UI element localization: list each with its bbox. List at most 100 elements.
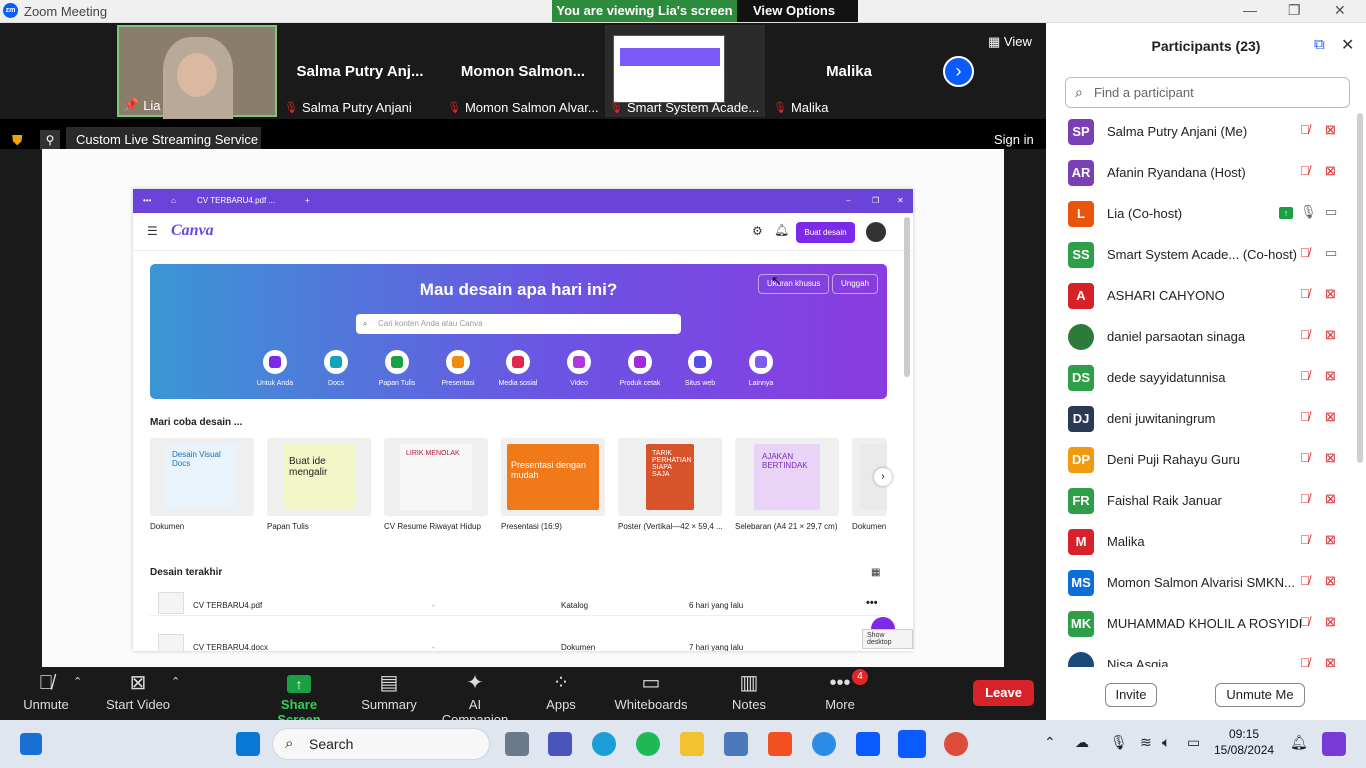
minimize-icon[interactable]: – [846, 196, 850, 205]
custom-size-button[interactable]: Ukuran khusus [758, 274, 830, 294]
video-off-icon[interactable]: ⊠ [1325, 163, 1336, 179]
category-situs-web[interactable]: Situs web [670, 350, 730, 387]
file-explorer-icon[interactable] [680, 732, 704, 756]
participant-row[interactable]: Nisa Asqia 🎙̸ ⊠ [1046, 644, 1354, 667]
participant-row[interactable]: M Malika 🎙̸ ⊠ [1046, 521, 1354, 562]
bell-icon[interactable]: 🔔︎ [774, 223, 789, 237]
mic-muted-icon[interactable]: 🎙̸ [1300, 368, 1310, 383]
teams-icon[interactable] [548, 732, 572, 756]
popout-icon[interactable]: ⧉ [1314, 36, 1325, 53]
category-papan-tulis[interactable]: Papan Tulis [367, 350, 427, 387]
participant-row[interactable]: DS dede sayyidatunnisa 🎙̸ ⊠ [1046, 357, 1354, 398]
gear-icon[interactable]: ⚙ [752, 224, 763, 238]
video-off-icon[interactable]: ⊠ [1325, 491, 1336, 507]
store-icon[interactable] [768, 732, 792, 756]
video-icon[interactable]: ▭ [1325, 204, 1337, 220]
video-off-icon[interactable]: ⊠ [1325, 532, 1336, 548]
video-tile-lia[interactable]: 📌 Lia [117, 25, 277, 119]
mic-muted-icon[interactable]: 🎙̸ [1300, 573, 1310, 588]
mic-icon[interactable]: 🎙 [1110, 734, 1128, 751]
copilot-icon[interactable] [1322, 732, 1346, 756]
unmute-me-button[interactable]: Unmute Me [1215, 683, 1305, 707]
video-off-icon[interactable]: ⊠ [1325, 409, 1336, 425]
wifi-icon[interactable]: ≋ [1140, 734, 1152, 751]
calculator-icon[interactable] [724, 732, 748, 756]
avatar[interactable] [866, 222, 886, 242]
video-off-icon[interactable]: ⊠ [1325, 368, 1336, 384]
mic-muted-icon[interactable]: 🎙̸ [1300, 163, 1310, 178]
mic-muted-icon[interactable]: 🎙̸ [1300, 450, 1310, 465]
category-produk-cetak[interactable]: Produk cetak [610, 350, 670, 387]
template-card[interactable]: LIRIK MENOLAK [384, 438, 488, 516]
video-icon[interactable]: ▭ [1325, 245, 1337, 261]
find-participant-input[interactable]: ⌕ Find a participant [1065, 77, 1350, 108]
mic-muted-icon[interactable]: 🎙̸ [1300, 122, 1310, 137]
participant-row[interactable]: daniel parsaotan sinaga 🎙̸ ⊠ [1046, 316, 1354, 357]
scrollbar[interactable] [1357, 113, 1363, 463]
share-screen-button[interactable]: ↑Share Screen [262, 667, 336, 727]
category-untuk-anda[interactable]: Untuk Anda [245, 350, 305, 387]
news-icon[interactable] [856, 732, 880, 756]
task-view-icon[interactable] [20, 733, 42, 755]
task-view-icon[interactable] [505, 732, 529, 756]
close-icon[interactable]: ✕ [897, 196, 904, 205]
battery-icon[interactable]: ▭ [1187, 734, 1200, 751]
template-card[interactable]: Presentasi dengan mudah [501, 438, 605, 516]
participant-row[interactable]: A ASHARI CAHYONO 🎙̸ ⊠ [1046, 275, 1354, 316]
recent-row[interactable]: CV TERBARU4.pdf - Katalog 6 hari yang la… [150, 592, 887, 616]
help-icon[interactable] [812, 732, 836, 756]
participant-row[interactable]: SS Smart System Acade... (Co-host) 🎙̸ ▭ [1046, 234, 1354, 275]
grid-view-icon[interactable]: ▦ [871, 567, 880, 578]
invite-button[interactable]: Invite [1105, 683, 1157, 707]
create-design-button[interactable]: Buat desain [796, 222, 855, 243]
edge-icon[interactable] [592, 732, 616, 756]
hamburger-icon[interactable]: ☰ [147, 224, 158, 238]
summary-button[interactable]: ▤ Summary [358, 667, 420, 720]
more-options-icon[interactable]: ••• [866, 597, 878, 609]
windows-start-icon[interactable] [236, 732, 260, 756]
whiteboards-button[interactable]: ▭ Whiteboards [614, 667, 688, 720]
mic-icon[interactable]: 🎙 [1300, 204, 1317, 220]
restore-icon[interactable]: ❐ [1288, 2, 1301, 19]
cloud-off-icon[interactable]: ☁ [1075, 734, 1089, 751]
chrome-icon[interactable] [944, 732, 968, 756]
browser-tab[interactable]: CV TERBARU4.pdf ... [197, 196, 275, 205]
start-video-button[interactable]: ⊠ Start Video [102, 667, 174, 720]
recent-row[interactable]: CV TERBARU4.docx - Dokumen 7 hari yang l… [150, 634, 887, 651]
new-tab-icon[interactable]: + [305, 196, 310, 205]
ai-companion-button[interactable]: ✦AI Companion [434, 667, 516, 727]
shield-icon[interactable]: ⛊ [12, 132, 23, 149]
live-stream-icon[interactable]: ⚲ [40, 130, 60, 150]
participant-row[interactable]: SP Salma Putry Anjani (Me) 🎙̸ ⊠ [1046, 111, 1354, 152]
upload-button[interactable]: Unggah [832, 274, 879, 294]
mic-muted-icon[interactable]: 🎙̸ [1300, 327, 1310, 342]
participant-row[interactable]: DJ deni juwitaningrum 🎙̸ ⊠ [1046, 398, 1354, 439]
caret-up-icon[interactable]: ⌃ [171, 675, 180, 688]
canva-search-input[interactable]: ⌕ Cari konten Anda atau Canva [356, 314, 681, 334]
template-card[interactable]: Buat ide mengalir [267, 438, 371, 516]
unmute-button[interactable]: 🎙̸ Unmute [16, 667, 76, 720]
mic-muted-icon[interactable]: 🎙̸ [1300, 655, 1310, 667]
mic-muted-icon[interactable]: 🎙̸ [1300, 532, 1310, 547]
scrollbar[interactable] [904, 217, 910, 377]
volume-icon[interactable]: 🔈︎ [1162, 734, 1170, 751]
category-media-sosial[interactable]: Media sosial [488, 350, 548, 387]
close-icon[interactable]: ✕ [1334, 2, 1346, 19]
participant-row[interactable]: DP Deni Puji Rahayu Guru 🎙̸ ⊠ [1046, 439, 1354, 480]
participant-row[interactable]: AR Afanin Ryandana (Host) 🎙̸ ⊠ [1046, 152, 1354, 193]
caret-up-icon[interactable]: ⌃ [73, 675, 82, 688]
mic-muted-icon[interactable]: 🎙̸ [1300, 491, 1310, 506]
view-options-button[interactable]: View Options ⌄ [737, 0, 858, 40]
video-off-icon[interactable]: ⊠ [1325, 573, 1336, 589]
mic-muted-icon[interactable]: 🎙̸ [1300, 245, 1310, 260]
bell-icon[interactable]: 🔔︎ [1290, 734, 1308, 751]
zoom-taskbar-icon[interactable] [898, 730, 926, 758]
home-icon[interactable]: ⌂ [171, 196, 176, 205]
video-tile-momon[interactable]: Momon Salmon... 🎙 Momon Salmon Alvar... [443, 25, 603, 117]
participant-row[interactable]: FR Faishal Raik Januar 🎙̸ ⊠ [1046, 480, 1354, 521]
video-tile-smart-system[interactable]: 🎙 Smart System Acade... [605, 25, 765, 117]
view-button[interactable]: ▦ View [988, 34, 1032, 50]
template-card[interactable]: AJAKAN BERTINDAK [735, 438, 839, 516]
canva-logo[interactable]: Canva [171, 222, 214, 240]
participant-row[interactable]: MS Momon Salmon Alvarisi SMKN... 🎙̸ ⊠ [1046, 562, 1354, 603]
